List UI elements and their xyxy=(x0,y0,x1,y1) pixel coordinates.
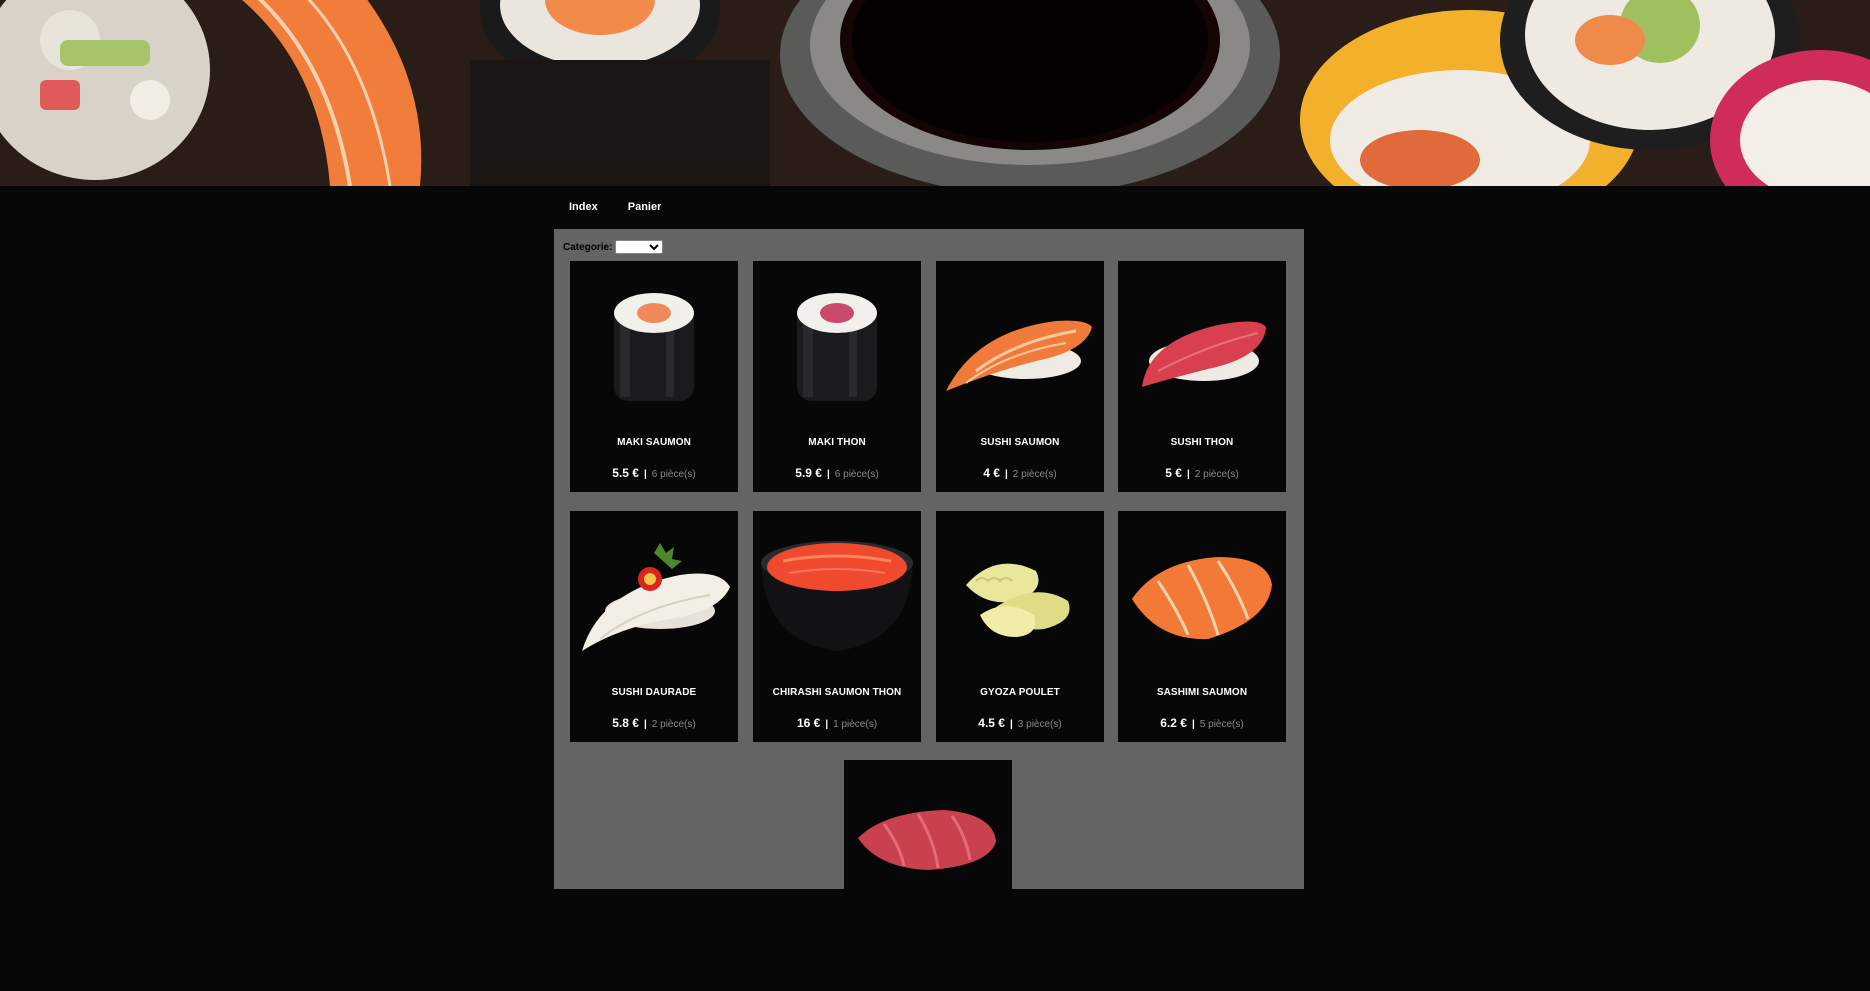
nav-link-panier[interactable]: Panier xyxy=(613,186,677,229)
product-pieces: 1 pièce(s) xyxy=(833,719,878,730)
product-price-line: 5.9 € | 6 pièce(s) xyxy=(753,466,921,480)
category-filter: Categorie: xyxy=(563,240,664,254)
product-price: 5.8 € xyxy=(612,716,639,730)
product-price: 16 € xyxy=(796,716,821,730)
product-pieces: 6 pièce(s) xyxy=(834,469,879,480)
product-panel: Categorie: MAKI SAUMON 5.5 € | 6 pièce(s) xyxy=(554,229,1304,991)
product-price: 5.5 € xyxy=(612,466,639,480)
nav-link-index[interactable]: Index xyxy=(554,186,613,229)
product-price: 5 € xyxy=(1165,466,1182,480)
gyoza-icon xyxy=(936,511,1104,681)
maki-salmon-icon xyxy=(570,261,738,431)
product-price-line: 5.8 € | 2 pièce(s) xyxy=(570,716,738,730)
product-price: 4.5 € xyxy=(978,716,1005,730)
product-card-maki-thon[interactable]: MAKI THON 5.9 € | 6 pièce(s) xyxy=(753,261,921,492)
sashimi-salmon-icon xyxy=(1118,511,1286,681)
separator: | xyxy=(1191,719,1195,730)
separator: | xyxy=(643,469,647,480)
product-card-sashimi-saumon[interactable]: SASHIMI SAUMON 6.2 € | 5 pièce(s) xyxy=(1118,511,1286,742)
separator: | xyxy=(643,719,647,730)
product-price-line: 4 € | 2 pièce(s) xyxy=(936,466,1104,480)
separator: | xyxy=(825,719,829,730)
product-price-line: 5 € | 2 pièce(s) xyxy=(1118,466,1286,480)
product-name: GYOZA POULET xyxy=(980,687,1060,698)
product-name: SUSHI THON xyxy=(1170,437,1234,448)
product-price: 5.9 € xyxy=(795,466,822,480)
product-price-line: 6.2 € | 5 pièce(s) xyxy=(1118,716,1286,730)
product-name: CHIRASHI SAUMON THON xyxy=(772,687,902,698)
product-price-line: 4.5 € | 3 pièce(s) xyxy=(936,716,1104,730)
product-name: SASHIMI SAUMON xyxy=(1156,687,1248,698)
product-name: MAKI SAUMON xyxy=(617,437,691,448)
product-price: 4 € xyxy=(983,466,1000,480)
product-pieces: 2 pièce(s) xyxy=(651,719,696,730)
chirashi-bowl-icon xyxy=(753,511,921,681)
product-card-sushi-thon[interactable]: SUSHI THON 5 € | 2 pièce(s) xyxy=(1118,261,1286,492)
product-name: MAKI THON xyxy=(808,437,866,448)
product-card-sushi-daurade[interactable]: SUSHI DAURADE 5.8 € | 2 pièce(s) xyxy=(570,511,738,742)
product-card-maki-saumon[interactable]: MAKI SAUMON 5.5 € | 6 pièce(s) xyxy=(570,261,738,492)
separator: | xyxy=(1186,469,1190,480)
product-price-line: 5.5 € | 6 pièce(s) xyxy=(570,466,738,480)
product-card-sushi-saumon[interactable]: SUSHI SAUMON 4 € | 2 pièce(s) xyxy=(936,261,1104,492)
sashimi-tuna-icon xyxy=(844,760,1012,930)
product-pieces: 5 pièce(s) xyxy=(1199,719,1244,730)
product-price-line: 16 € | 1 pièce(s) xyxy=(753,716,921,730)
separator: | xyxy=(1004,469,1008,480)
hero-banner xyxy=(0,0,1870,186)
product-name: SUSHI SAUMON xyxy=(980,437,1060,448)
product-price: 6.2 € xyxy=(1160,716,1187,730)
separator: | xyxy=(1009,719,1013,730)
sushi-banner-image xyxy=(0,0,1870,186)
product-pieces: 2 pièce(s) xyxy=(1194,469,1239,480)
product-pieces: 2 pièce(s) xyxy=(1012,469,1057,480)
nigiri-salmon-icon xyxy=(936,261,1104,431)
product-name: SUSHI DAURADE xyxy=(611,687,697,698)
nigiri-seabream-icon xyxy=(570,511,738,681)
category-label: Categorie: xyxy=(563,241,613,253)
product-pieces: 3 pièce(s) xyxy=(1017,719,1062,730)
product-card-chirashi-saumon-thon[interactable]: CHIRASHI SAUMON THON 16 € | 1 pièce(s) xyxy=(753,511,921,742)
main-nav: Index Panier xyxy=(554,186,676,229)
nigiri-tuna-icon xyxy=(1118,261,1286,431)
maki-tuna-icon xyxy=(753,261,921,431)
product-pieces: 6 pièce(s) xyxy=(651,469,696,480)
separator: | xyxy=(826,469,830,480)
product-card-gyoza-poulet[interactable]: GYOZA POULET 4.5 € | 3 pièce(s) xyxy=(936,511,1104,742)
product-card-sashimi-thon[interactable] xyxy=(844,760,1012,991)
category-select[interactable] xyxy=(615,240,664,254)
